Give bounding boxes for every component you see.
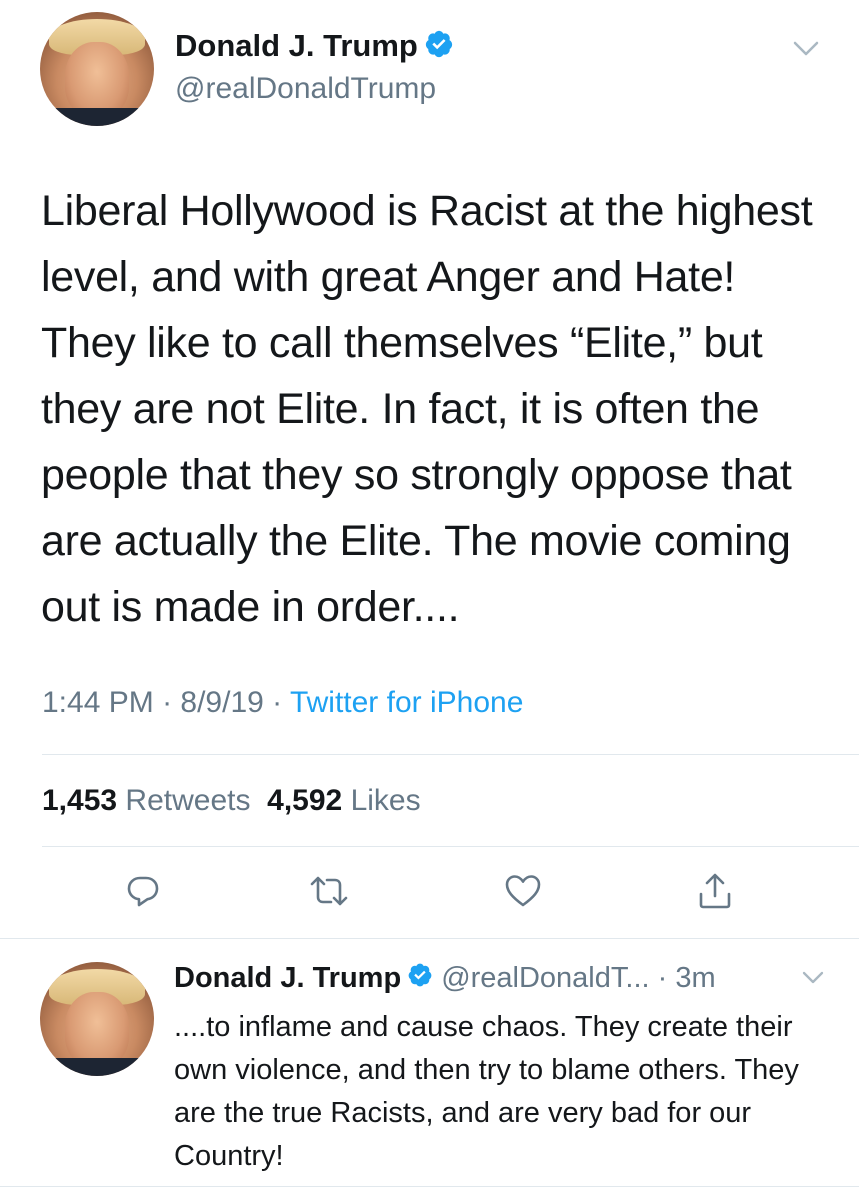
divider <box>42 754 859 755</box>
author-handle[interactable]: @realDonaldTrump <box>175 72 436 106</box>
chevron-down-icon[interactable] <box>793 40 819 58</box>
verified-badge-icon <box>424 29 454 67</box>
tweet-meta: 1:44 PM · 8/9/19 · Twitter for iPhone <box>42 686 523 720</box>
reply-author-name[interactable]: Donald J. Trump <box>174 962 401 994</box>
likes-count: 4,592 <box>267 784 343 817</box>
verified-badge-icon <box>407 962 433 996</box>
likes-label: Likes <box>350 784 421 817</box>
retweet-button[interactable] <box>304 868 354 918</box>
avatar[interactable] <box>40 962 154 1076</box>
tweet-time: 1:44 PM <box>42 686 154 719</box>
retweets-stat[interactable]: 1,453 Retweets <box>42 784 250 817</box>
tweet-text: Liberal Hollywood is Racist at the highe… <box>41 187 813 631</box>
reply-button[interactable] <box>118 868 168 918</box>
reply-handle[interactable]: @realDonaldT... <box>441 962 649 994</box>
retweets-count: 1,453 <box>42 784 118 817</box>
author-name[interactable]: Donald J. Trump <box>175 28 454 67</box>
meta-separator: · <box>649 962 676 994</box>
divider <box>0 938 859 939</box>
reply-text: ....to inflame and cause chaos. They cre… <box>174 1011 799 1172</box>
chevron-down-icon[interactable] <box>802 970 824 986</box>
author-name-text[interactable]: Donald J. Trump <box>175 28 418 63</box>
reply-icon <box>125 873 161 914</box>
retweets-label: Retweets <box>125 784 251 817</box>
avatar[interactable] <box>40 12 154 126</box>
meta-separator: · <box>263 686 290 719</box>
tweet-stats: 1,453 Retweets 4,592 Likes <box>42 784 421 818</box>
heart-icon <box>504 873 542 914</box>
divider <box>42 846 859 847</box>
tweet-source-link[interactable]: Twitter for iPhone <box>290 686 523 719</box>
likes-stat[interactable]: 4,592 Likes <box>267 784 420 817</box>
like-button[interactable] <box>498 868 548 918</box>
divider <box>0 1186 859 1187</box>
tweet-date: 8/9/19 <box>180 686 264 719</box>
share-button[interactable] <box>690 868 740 918</box>
main-tweet: Donald J. Trump @realDonaldTrump Liberal… <box>0 0 859 938</box>
reply-header: Donald J. Trump @realDonaldT... · 3m <box>174 962 716 996</box>
retweet-icon <box>309 873 349 914</box>
reply-age: 3m <box>675 962 716 994</box>
share-icon <box>697 872 733 915</box>
meta-separator: · <box>153 686 181 719</box>
